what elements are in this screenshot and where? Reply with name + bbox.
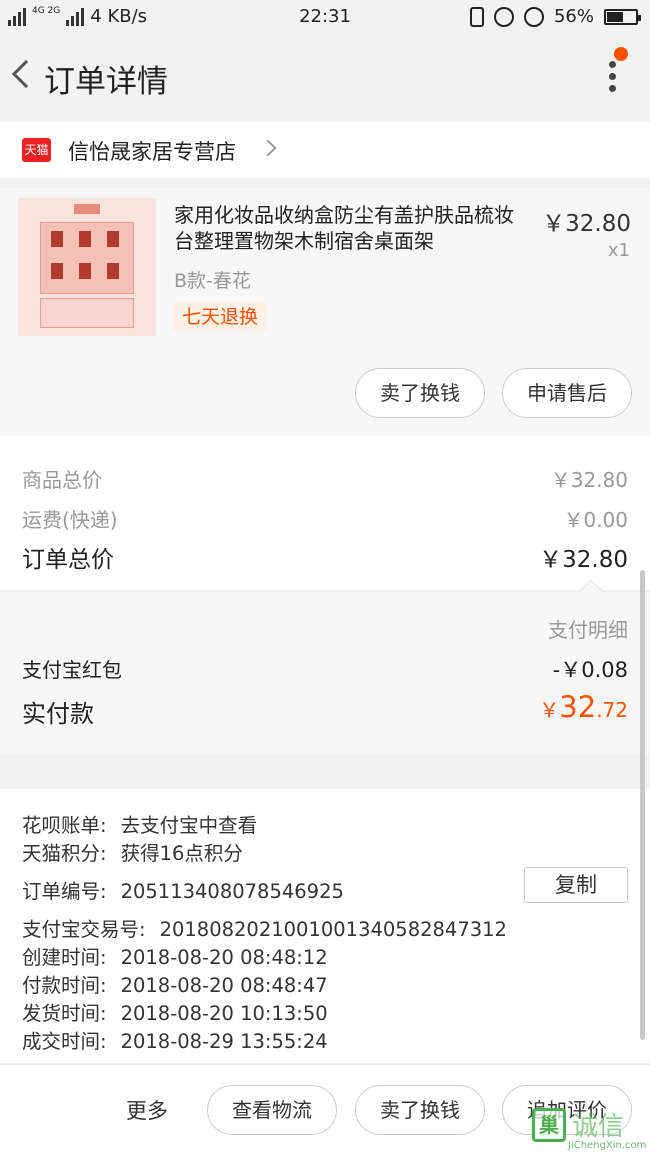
points-row: 天猫积分: 获得16点积分 <box>22 837 243 866</box>
order-no-label: 订单编号: <box>22 880 107 903</box>
paid-time-row: 付款时间: 2018-08-20 08:48:47 <box>22 969 328 998</box>
resell-button-bottom[interactable]: 卖了换钱 <box>355 1085 485 1135</box>
payment-detail-link[interactable]: 支付明细 <box>548 614 628 643</box>
return-badge: 七天退换 <box>174 302 267 332</box>
huabei-label: 花呗账单: <box>22 814 107 837</box>
paid-value: ￥32.72 <box>539 690 628 724</box>
paid-integer: 32 <box>559 690 597 724</box>
status-right: 56% <box>469 6 641 27</box>
order-no-row: 订单编号: 205113408078546925 <box>22 875 344 904</box>
paid-decimal: .72 <box>596 698 628 722</box>
created-row: 创建时间: 2018-08-20 08:48:12 <box>22 941 328 970</box>
resell-button[interactable]: 卖了换钱 <box>355 368 485 418</box>
product-qty: x1 <box>607 240 630 261</box>
completed-value: 2018-08-29 13:55:24 <box>120 1030 328 1053</box>
huabei-value[interactable]: 去支付宝中查看 <box>121 814 258 837</box>
points-label: 天猫积分: <box>22 842 107 865</box>
watermark-text: 诚信 <box>572 1112 625 1142</box>
created-value: 2018-08-20 08:48:12 <box>120 946 328 969</box>
watermark-logo: 巢 诚信 JiChengXin.com <box>532 1104 650 1154</box>
goods-total-label: 商品总价 <box>22 468 102 492</box>
shop-row[interactable]: 天猫 信怡晟家居专营店 <box>0 122 650 178</box>
image-drawer <box>40 298 134 328</box>
hongbao-value: -￥0.08 <box>552 658 628 682</box>
watermark-mark: 巢 <box>532 1108 566 1142</box>
paid-currency: ￥ <box>539 698 560 722</box>
created-label: 创建时间: <box>22 946 107 969</box>
view-logistics-button[interactable]: 查看物流 <box>207 1085 337 1135</box>
nav-bar: 订单详情 <box>0 34 650 120</box>
paid-time-value: 2018-08-20 08:48:47 <box>120 974 328 997</box>
alipay-no-label: 支付宝交易号: <box>22 918 146 941</box>
vibrate-icon <box>469 6 484 27</box>
points-value: 获得16点积分 <box>120 842 243 865</box>
page-title: 订单详情 <box>44 64 168 100</box>
shipped-label: 发货时间: <box>22 1002 107 1025</box>
more-button[interactable]: 更多 <box>126 1095 168 1125</box>
shipping-label: 运费(快递) <box>22 508 118 532</box>
product-image[interactable] <box>18 198 156 336</box>
product-price: ￥32.80 <box>542 211 631 237</box>
battery-fill <box>607 11 623 22</box>
alarm-icon <box>523 6 544 27</box>
payment-section: 支付明细 支付宝红包 -￥0.08 实付款 ￥32.72 <box>0 579 650 755</box>
chevron-right-icon <box>259 139 277 157</box>
product-card[interactable]: 家用化妆品收纳盒防尘有盖护肤品梳妆台整理置物架木制宿舍桌面架 B款-春花 七天退… <box>0 188 650 436</box>
shipped-value: 2018-08-20 10:13:50 <box>120 1002 328 1025</box>
price-summary: 商品总价 ￥32.80 运费(快递) ￥0.00 订单总价 ￥32.80 <box>0 436 650 590</box>
order-no-value: 205113408078546925 <box>120 880 344 903</box>
order-info: 花呗账单: 去支付宝中查看 天猫积分: 获得16点积分 订单编号: 205113408… <box>0 789 650 1063</box>
after-sales-button[interactable]: 申请售后 <box>502 368 632 418</box>
notification-dot <box>614 47 628 61</box>
copy-button[interactable]: 复制 <box>524 867 628 903</box>
alipay-no-value: 2018082021001001340582847312 <box>159 918 507 941</box>
huabei-row: 花呗账单: 去支付宝中查看 <box>22 809 257 838</box>
watermark-url: JiChengXin.com <box>568 1140 647 1151</box>
status-bar: 4G 2G 4 KB/s 22:31 56% <box>0 0 650 34</box>
back-arrow-icon[interactable] <box>8 56 41 96</box>
completed-label: 成交时间: <box>22 1030 107 1053</box>
battery-percent: 56% <box>553 6 594 27</box>
shipped-row: 发货时间: 2018-08-20 10:13:50 <box>22 997 328 1026</box>
scrollbar[interactable] <box>640 570 645 1040</box>
hongbao-label: 支付宝红包 <box>22 658 122 682</box>
product-title[interactable]: 家用化妆品收纳盒防尘有盖护肤品梳妆台整理置物架木制宿舍桌面架 <box>174 202 526 254</box>
goods-total-value: ￥32.80 <box>550 468 628 492</box>
paid-label: 实付款 <box>22 700 94 728</box>
rotation-lock-icon <box>493 6 514 27</box>
battery-icon <box>604 8 641 25</box>
paid-time-label: 付款时间: <box>22 974 107 997</box>
order-total-value: ￥32.80 <box>539 547 628 573</box>
shipping-value: ￥0.00 <box>563 508 628 532</box>
image-tag <box>74 204 100 214</box>
completed-row: 成交时间: 2018-08-29 13:55:24 <box>22 1025 328 1054</box>
more-vertical-icon[interactable] <box>604 58 620 98</box>
image-cabinet <box>40 222 134 294</box>
tmall-logo: 天猫 <box>22 138 51 162</box>
product-variant: B款-春花 <box>174 270 251 292</box>
order-total-label: 订单总价 <box>22 547 114 573</box>
shop-name[interactable]: 信怡晟家居专营店 <box>68 136 236 166</box>
alipay-no-row: 支付宝交易号: 2018082021001001340582847312 <box>22 913 507 942</box>
